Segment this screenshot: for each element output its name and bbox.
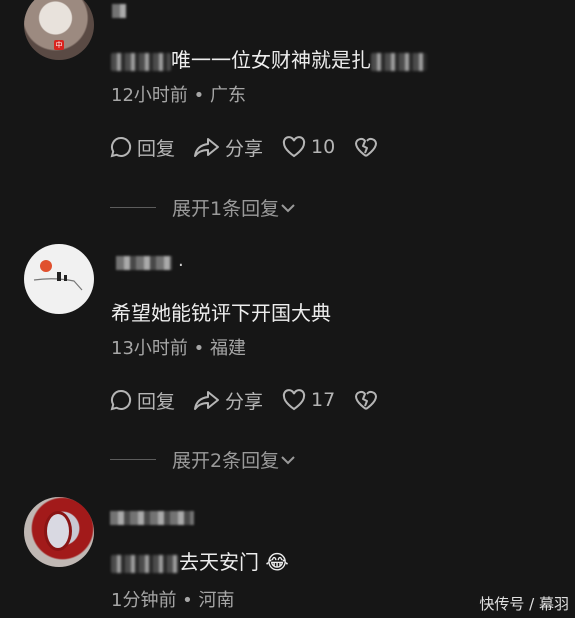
- comment-text: 希望她能锐评下开国大典: [111, 301, 331, 325]
- avatar-badge: 中: [54, 40, 64, 50]
- expand-replies[interactable]: 展开2条回复: [110, 446, 297, 473]
- share-arrow-icon: [194, 391, 220, 410]
- chat-bubble-icon: [110, 389, 132, 411]
- comment-meta: 1分钟前 • 河南: [111, 590, 235, 611]
- dislike-button[interactable]: [353, 388, 383, 412]
- username-blurred: [116, 256, 172, 270]
- comment-text: 去天安门 😂: [111, 546, 289, 575]
- chevron-down-icon: [281, 203, 295, 212]
- comment-actions: 回复 分享 10: [109, 134, 401, 160]
- reply-button[interactable]: 回复: [109, 134, 175, 161]
- dislike-button[interactable]: [353, 135, 383, 159]
- comment-actions: 回复 分享 17: [109, 387, 401, 413]
- expand-replies[interactable]: 展开1条回复: [110, 194, 297, 221]
- share-arrow-icon: [194, 138, 220, 157]
- broken-heart-icon: [355, 137, 378, 157]
- reply-button[interactable]: 回复: [109, 387, 175, 414]
- like-button[interactable]: 17: [281, 388, 335, 412]
- avatar[interactable]: 中: [24, 0, 94, 60]
- chat-bubble-icon: [110, 136, 132, 158]
- like-button[interactable]: 10: [281, 135, 335, 159]
- avatar[interactable]: [24, 497, 94, 567]
- watermark: 快传号 / 幕羽: [479, 595, 569, 613]
- share-button[interactable]: 分享: [193, 134, 263, 161]
- chevron-down-icon: [281, 455, 295, 464]
- avatar[interactable]: [24, 244, 94, 314]
- heart-icon: [282, 136, 306, 158]
- comment-meta: 13小时前 • 福建: [111, 338, 246, 359]
- heart-icon: [282, 389, 306, 411]
- username-blurred: [110, 511, 194, 525]
- laughing-emoji: 😂: [265, 550, 289, 574]
- comment-meta: 12小时前 • 广东: [111, 85, 246, 106]
- username-blurred: [112, 4, 126, 18]
- comment-text: 唯一一位女财神就是扎: [111, 44, 427, 73]
- username-suffix: .: [178, 250, 184, 271]
- redacted-text: [111, 52, 171, 71]
- redacted-text: [111, 554, 179, 573]
- broken-heart-icon: [355, 390, 378, 410]
- like-count: 17: [311, 389, 336, 411]
- redacted-text: [371, 52, 427, 71]
- share-button[interactable]: 分享: [193, 387, 263, 414]
- divider-line: [110, 459, 156, 460]
- avatar-image: [33, 260, 83, 291]
- divider-line: [110, 207, 156, 208]
- like-count: 10: [311, 136, 336, 158]
